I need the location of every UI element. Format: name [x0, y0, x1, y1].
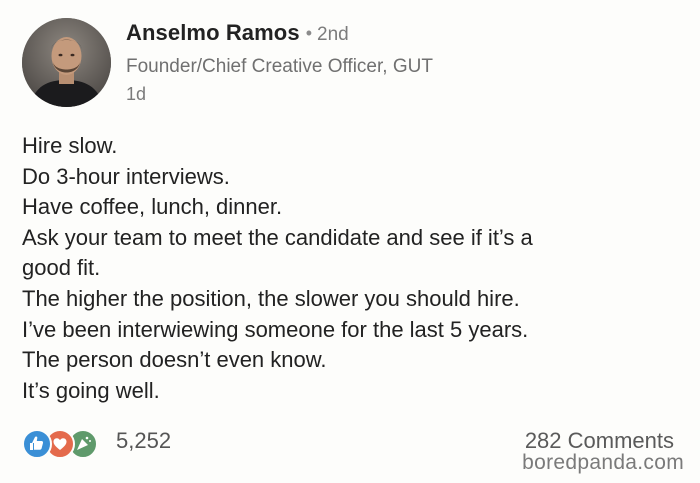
- avatar[interactable]: [22, 18, 111, 107]
- like-icon: [22, 429, 52, 459]
- linkedin-post: Anselmo Ramos • 2nd Founder/Chief Creati…: [0, 0, 700, 483]
- name-row: Anselmo Ramos • 2nd: [126, 20, 433, 46]
- separator-dot: •: [305, 23, 312, 43]
- post-line: Ask your team to meet the candidate and …: [22, 224, 533, 250]
- avatar-photo: [22, 18, 111, 107]
- reactions[interactable]: 5,252: [22, 426, 172, 459]
- post-line: It’s going well.: [22, 377, 160, 403]
- post-line: Do 3-hour interviews.: [22, 163, 230, 189]
- post-line: The higher the position, the slower you …: [22, 285, 520, 311]
- post-header: Anselmo Ramos • 2nd Founder/Chief Creati…: [22, 18, 682, 110]
- post-line: good fit.: [22, 255, 101, 281]
- post-line: I’ve been interwiewing someone for the l…: [22, 316, 529, 342]
- post-line: Hire slow.: [22, 133, 118, 158]
- post-line: The person doesn’t even know.: [22, 347, 327, 373]
- reaction-count: 5,252: [116, 428, 172, 453]
- post-body: Hire slow. Do 3-hour interviews. Have co…: [22, 131, 682, 406]
- author-block: Anselmo Ramos • 2nd Founder/Chief Creati…: [126, 20, 433, 105]
- reaction-icons: [22, 426, 114, 459]
- post-line: Have coffee, lunch, dinner.: [22, 194, 283, 220]
- author-headline: Founder/Chief Creative Officer, GUT: [126, 56, 433, 77]
- connection-degree: 2nd: [317, 24, 349, 45]
- post-time: 1d: [126, 84, 147, 104]
- watermark: boredpanda.com: [522, 451, 684, 474]
- author-name[interactable]: Anselmo Ramos: [126, 20, 300, 46]
